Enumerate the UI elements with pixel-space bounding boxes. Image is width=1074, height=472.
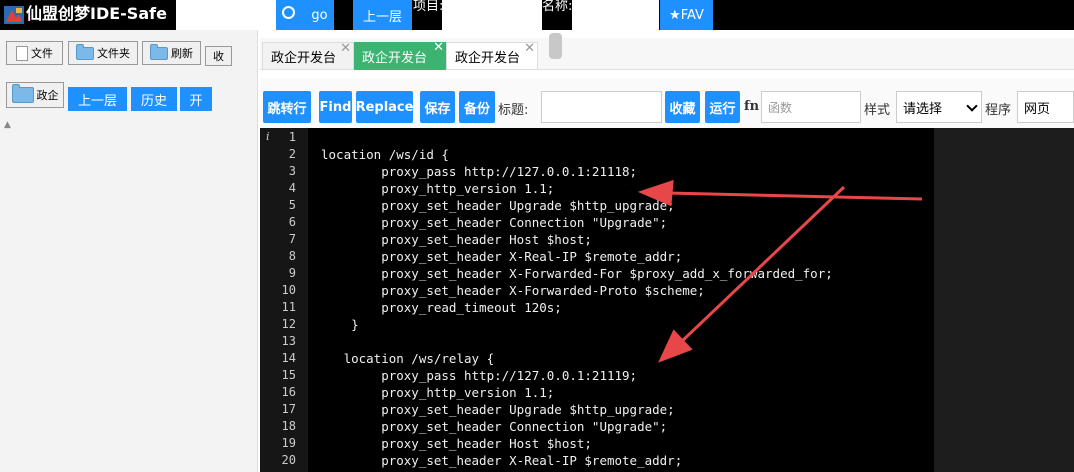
tree-scroll-up-icon[interactable]: ▲ — [4, 120, 11, 130]
tab-scroll-handle[interactable] — [549, 33, 562, 59]
new-folder-button[interactable]: 文件夹 — [68, 41, 138, 65]
line-number: 17 — [281, 402, 296, 416]
style-select[interactable]: 请选择 — [896, 91, 982, 123]
app-title: 仙盟创梦IDE-Safe — [26, 4, 167, 23]
close-icon[interactable]: ✕ — [340, 42, 351, 55]
goto-line-button[interactable]: 跳转行 — [263, 91, 311, 123]
tab-label: 政企开发台 — [455, 50, 521, 66]
refresh-label: 刷新 — [171, 47, 193, 60]
folder-up-button[interactable]: 上一层 — [68, 87, 127, 111]
tab-3[interactable]: 政企开发台 ✕ — [446, 42, 538, 70]
tab-label: 政企开发台 — [271, 50, 337, 66]
refresh-button[interactable]: 刷新 — [142, 41, 201, 65]
new-file-label: 文件 — [31, 47, 53, 60]
project-input[interactable] — [442, 0, 542, 30]
line-number: 5 — [288, 198, 296, 212]
folder-icon — [76, 43, 94, 60]
search-icon — [282, 5, 296, 19]
line-number: 9 — [288, 266, 296, 280]
logo-icon — [4, 6, 24, 24]
code-line[interactable]: proxy_http_version 1.1; — [321, 180, 554, 197]
code-line[interactable]: proxy_set_header X-Forwarded-For $proxy_… — [321, 265, 833, 282]
close-icon[interactable]: ✕ — [524, 42, 535, 55]
code-line[interactable]: proxy_set_header Connection "Upgrade"; — [321, 418, 667, 435]
fn-label: fn — [744, 99, 760, 114]
tab-1[interactable]: 政企开发台 ✕ — [262, 42, 354, 70]
line-number: 14 — [281, 351, 296, 365]
code-line[interactable]: proxy_set_header Upgrade $http_upgrade; — [321, 401, 675, 418]
code-line[interactable]: proxy_set_header Upgrade $http_upgrade; — [321, 197, 675, 214]
title-input[interactable] — [541, 91, 662, 123]
history-button[interactable]: 历史 — [131, 87, 177, 111]
function-input[interactable]: 函数 — [761, 91, 861, 123]
tab-label: 政企开发台 — [362, 50, 428, 66]
favorite-button[interactable]: 收藏 — [665, 91, 700, 123]
fav-button[interactable]: ★FAV — [660, 0, 713, 30]
name-label: 名称: — [542, 0, 573, 14]
line-number: 11 — [281, 300, 296, 314]
code-line[interactable]: proxy_pass http://127.0.0.1:21119; — [321, 367, 637, 384]
line-number: 3 — [288, 164, 296, 178]
project-label: 项目: — [413, 0, 444, 14]
title-label: 标题: — [498, 103, 529, 118]
current-folder-button[interactable]: 政企 — [6, 82, 64, 108]
code-line[interactable]: location /ws/id { — [321, 146, 449, 163]
go-button[interactable]: go — [276, 0, 334, 30]
program-label: 程序 — [985, 103, 1012, 118]
code-line[interactable]: proxy_set_header Host $host; — [321, 435, 592, 452]
folder-icon — [11, 84, 34, 103]
path-input[interactable] — [176, 0, 276, 30]
name-input[interactable] — [572, 0, 659, 30]
line-number: 18 — [281, 419, 296, 433]
go-label: go — [311, 7, 328, 23]
new-file-button[interactable]: 文件 — [6, 41, 63, 65]
line-number: 10 — [281, 283, 296, 297]
find-button[interactable]: Find — [319, 91, 352, 123]
tab-2-active[interactable]: 政企开发台 ✕ — [354, 41, 446, 70]
code-line[interactable]: proxy_read_timeout 120s; — [321, 299, 562, 316]
code-line[interactable]: proxy_set_header X-Real-IP $remote_addr; — [321, 452, 682, 469]
line-number: 12 — [281, 317, 296, 331]
current-folder-label: 政企 — [36, 89, 59, 102]
line-number: 20 — [281, 453, 296, 467]
replace-button[interactable]: Replace — [356, 91, 413, 123]
code-line[interactable]: location /ws/relay { — [321, 350, 495, 367]
code-line[interactable]: proxy_pass http://127.0.0.1:21118; — [321, 163, 637, 180]
line-number: 19 — [281, 436, 296, 450]
style-select-value: 请选择 — [903, 101, 943, 117]
line-number: 2 — [288, 147, 296, 161]
line-number: 16 — [281, 385, 296, 399]
file-icon — [16, 45, 28, 61]
collapse-button[interactable]: 收 — [205, 46, 232, 66]
backup-button[interactable]: 备份 — [459, 91, 495, 123]
topbar-up-button[interactable]: 上一层 — [353, 0, 412, 30]
code-line[interactable]: proxy_set_header X-Forwarded-Proto $sche… — [321, 282, 705, 299]
code-line[interactable]: proxy_set_header Host $host; — [321, 231, 592, 248]
line-number: 13 — [281, 334, 296, 348]
line-number: 1 — [288, 130, 296, 144]
line-number: 8 — [288, 249, 296, 263]
code-line[interactable]: proxy_set_header Connection "Upgrade"; — [321, 214, 667, 231]
new-folder-label: 文件夹 — [97, 47, 130, 60]
code-line[interactable]: proxy_set_header X-Real-IP $remote_addr; — [321, 248, 682, 265]
line-number: 7 — [288, 232, 296, 246]
save-button[interactable]: 保存 — [420, 91, 455, 123]
close-icon[interactable]: ✕ — [433, 41, 444, 54]
line-number: 4 — [288, 181, 296, 195]
folder-icon — [150, 43, 168, 60]
run-button[interactable]: 运行 — [705, 91, 740, 123]
chevron-down-icon — [966, 100, 978, 112]
program-input[interactable]: 网页 — [1017, 91, 1074, 123]
code-line[interactable]: } — [321, 316, 359, 333]
line-number: 6 — [288, 215, 296, 229]
open-button[interactable]: 开 — [180, 87, 212, 111]
style-label: 样式 — [864, 103, 891, 118]
code-line[interactable]: proxy_http_version 1.1; — [321, 384, 554, 401]
line-number: 15 — [281, 368, 296, 382]
